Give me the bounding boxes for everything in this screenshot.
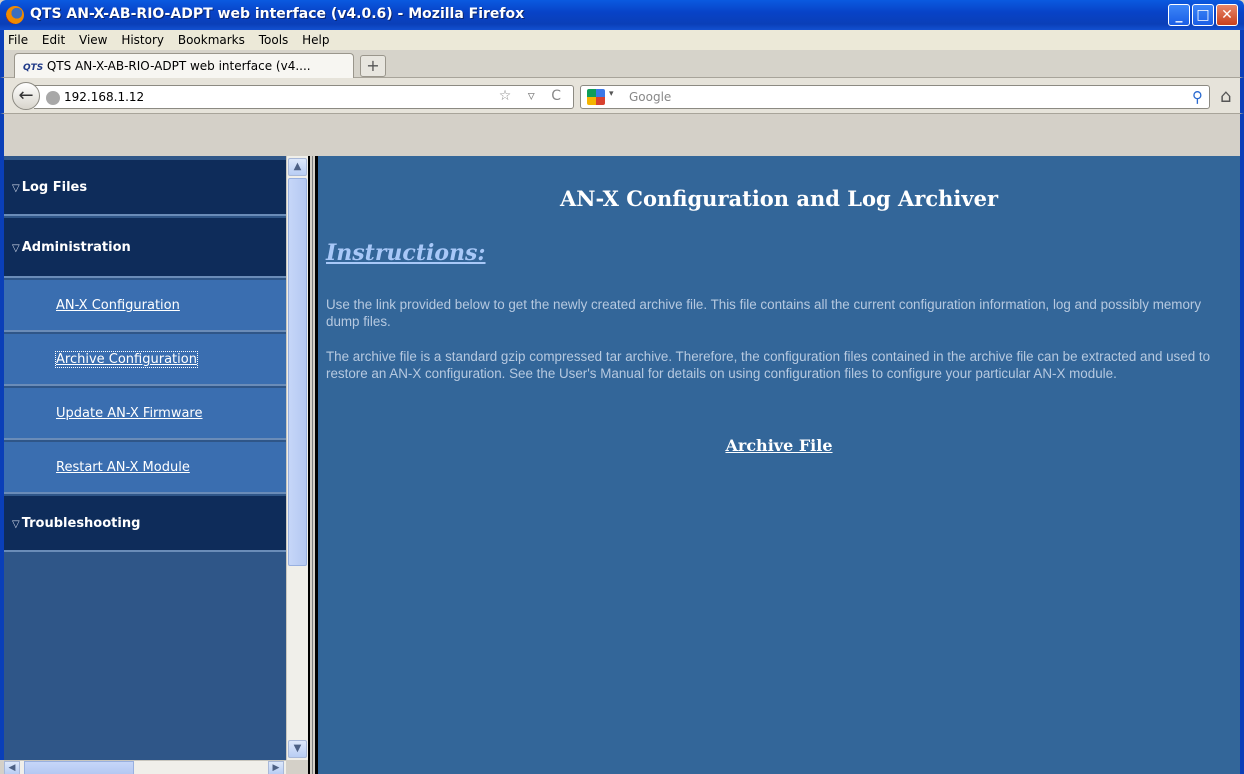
menu-tools[interactable]: Tools xyxy=(255,30,295,47)
minimize-button[interactable]: _ xyxy=(1168,4,1190,26)
section-label: Log Files xyxy=(21,180,88,195)
back-button[interactable]: ← xyxy=(12,82,40,110)
close-button[interactable]: ✕ xyxy=(1216,4,1238,26)
bookmark-star-reload-icons[interactable]: ☆ ▿ C xyxy=(499,88,567,104)
tab-bar: QTS QTS AN-X-AB-RIO-ADPT web interface (… xyxy=(0,50,1244,78)
instructions-paragraph-1: Use the link provided below to get the n… xyxy=(326,297,1202,329)
expand-arrow-icon: ▽ xyxy=(12,183,20,194)
maximize-button[interactable]: □ xyxy=(1192,4,1214,26)
section-label: Troubleshooting xyxy=(21,516,141,531)
menu-bookmarks[interactable]: Bookmarks xyxy=(174,30,251,47)
site-identity-icon[interactable] xyxy=(46,91,60,105)
instructions-paragraph-2: The archive file is a standard gzip comp… xyxy=(326,349,1211,381)
sidebar-vertical-scrollbar[interactable]: ▲ ▼ xyxy=(286,156,308,760)
tab-label: QTS AN-X-AB-RIO-ADPT web interface (v4..… xyxy=(46,59,311,73)
scroll-left-arrow-icon[interactable]: ◀ xyxy=(4,761,20,774)
menu-bar: File Edit View History Bookmarks Tools H… xyxy=(0,30,1244,50)
frame-divider[interactable] xyxy=(308,156,318,774)
scroll-thumb[interactable] xyxy=(288,178,307,566)
main-frame: AN-X Configuration and Log Archiver Inst… xyxy=(318,156,1244,774)
link-label: Archive Configuration xyxy=(55,351,198,368)
url-bar[interactable]: 192.168.1.12 ☆ ▿ C xyxy=(34,85,574,109)
home-icon[interactable]: ⌂ xyxy=(1220,86,1231,107)
section-label: Administration xyxy=(21,240,131,255)
sidebar-link-update-firmware[interactable]: Update AN-X Firmware xyxy=(4,388,286,440)
search-magnifier-icon[interactable]: ⚲ xyxy=(1192,88,1203,106)
scroll-down-arrow-icon[interactable]: ▼ xyxy=(288,740,307,758)
menu-view[interactable]: View xyxy=(75,30,113,47)
expand-arrow-icon: ▽ xyxy=(12,243,20,254)
link-label: AN-X Configuration xyxy=(56,298,180,313)
scroll-right-arrow-icon[interactable]: ▶ xyxy=(268,761,284,774)
horizontal-scroll-thumb[interactable] xyxy=(24,761,134,774)
search-bar[interactable]: ▾ Google ⚲ xyxy=(580,85,1210,109)
instructions-heading: Instructions: xyxy=(326,240,486,266)
sidebar-link-archive-configuration[interactable]: Archive Configuration xyxy=(4,334,286,386)
link-label: Restart AN-X Module xyxy=(56,460,190,475)
qts-favicon-icon: QTS xyxy=(23,63,44,73)
url-text: 192.168.1.12 xyxy=(64,90,145,104)
menu-file[interactable]: File xyxy=(4,30,34,47)
toolbar-spacer xyxy=(0,114,1244,156)
window-title: QTS AN-X-AB-RIO-ADPT web interface (v4.0… xyxy=(30,6,525,22)
window-titlebar: QTS AN-X-AB-RIO-ADPT web interface (v4.0… xyxy=(0,0,1244,30)
menu-history[interactable]: History xyxy=(117,30,170,47)
sidebar-section-administration[interactable]: ▽ Administration xyxy=(4,218,286,278)
search-engine-dropdown-icon[interactable]: ▾ xyxy=(609,89,614,99)
expand-arrow-icon: ▽ xyxy=(12,519,20,530)
page-title: AN-X Configuration and Log Archiver xyxy=(559,186,999,211)
menu-edit[interactable]: Edit xyxy=(38,30,71,47)
firefox-logo-icon xyxy=(6,6,24,24)
archive-file-link[interactable]: Archive File xyxy=(318,436,1240,455)
new-tab-button[interactable]: + xyxy=(360,55,386,77)
sidebar-section-troubleshooting[interactable]: ▽ Troubleshooting xyxy=(4,496,286,552)
sidebar-link-anx-configuration[interactable]: AN-X Configuration xyxy=(4,280,286,332)
sidebar-link-restart-module[interactable]: Restart AN-X Module xyxy=(4,442,286,494)
google-icon[interactable] xyxy=(587,89,605,105)
sidebar-horizontal-scrollbar[interactable]: ◀ ▶ xyxy=(4,760,286,774)
search-placeholder: Google xyxy=(629,90,672,104)
sidebar-section-log-files[interactable]: ▽ Log Files xyxy=(4,160,286,216)
navigation-bar: 192.168.1.12 ☆ ▿ C ← ▾ Google ⚲ ⌂ xyxy=(0,78,1244,114)
scroll-up-arrow-icon[interactable]: ▲ xyxy=(288,158,307,176)
browser-tab[interactable]: QTS QTS AN-X-AB-RIO-ADPT web interface (… xyxy=(14,53,354,78)
archive-file-label[interactable]: Archive File xyxy=(725,436,832,455)
menu-help[interactable]: Help xyxy=(298,30,335,47)
link-label: Update AN-X Firmware xyxy=(56,406,203,421)
